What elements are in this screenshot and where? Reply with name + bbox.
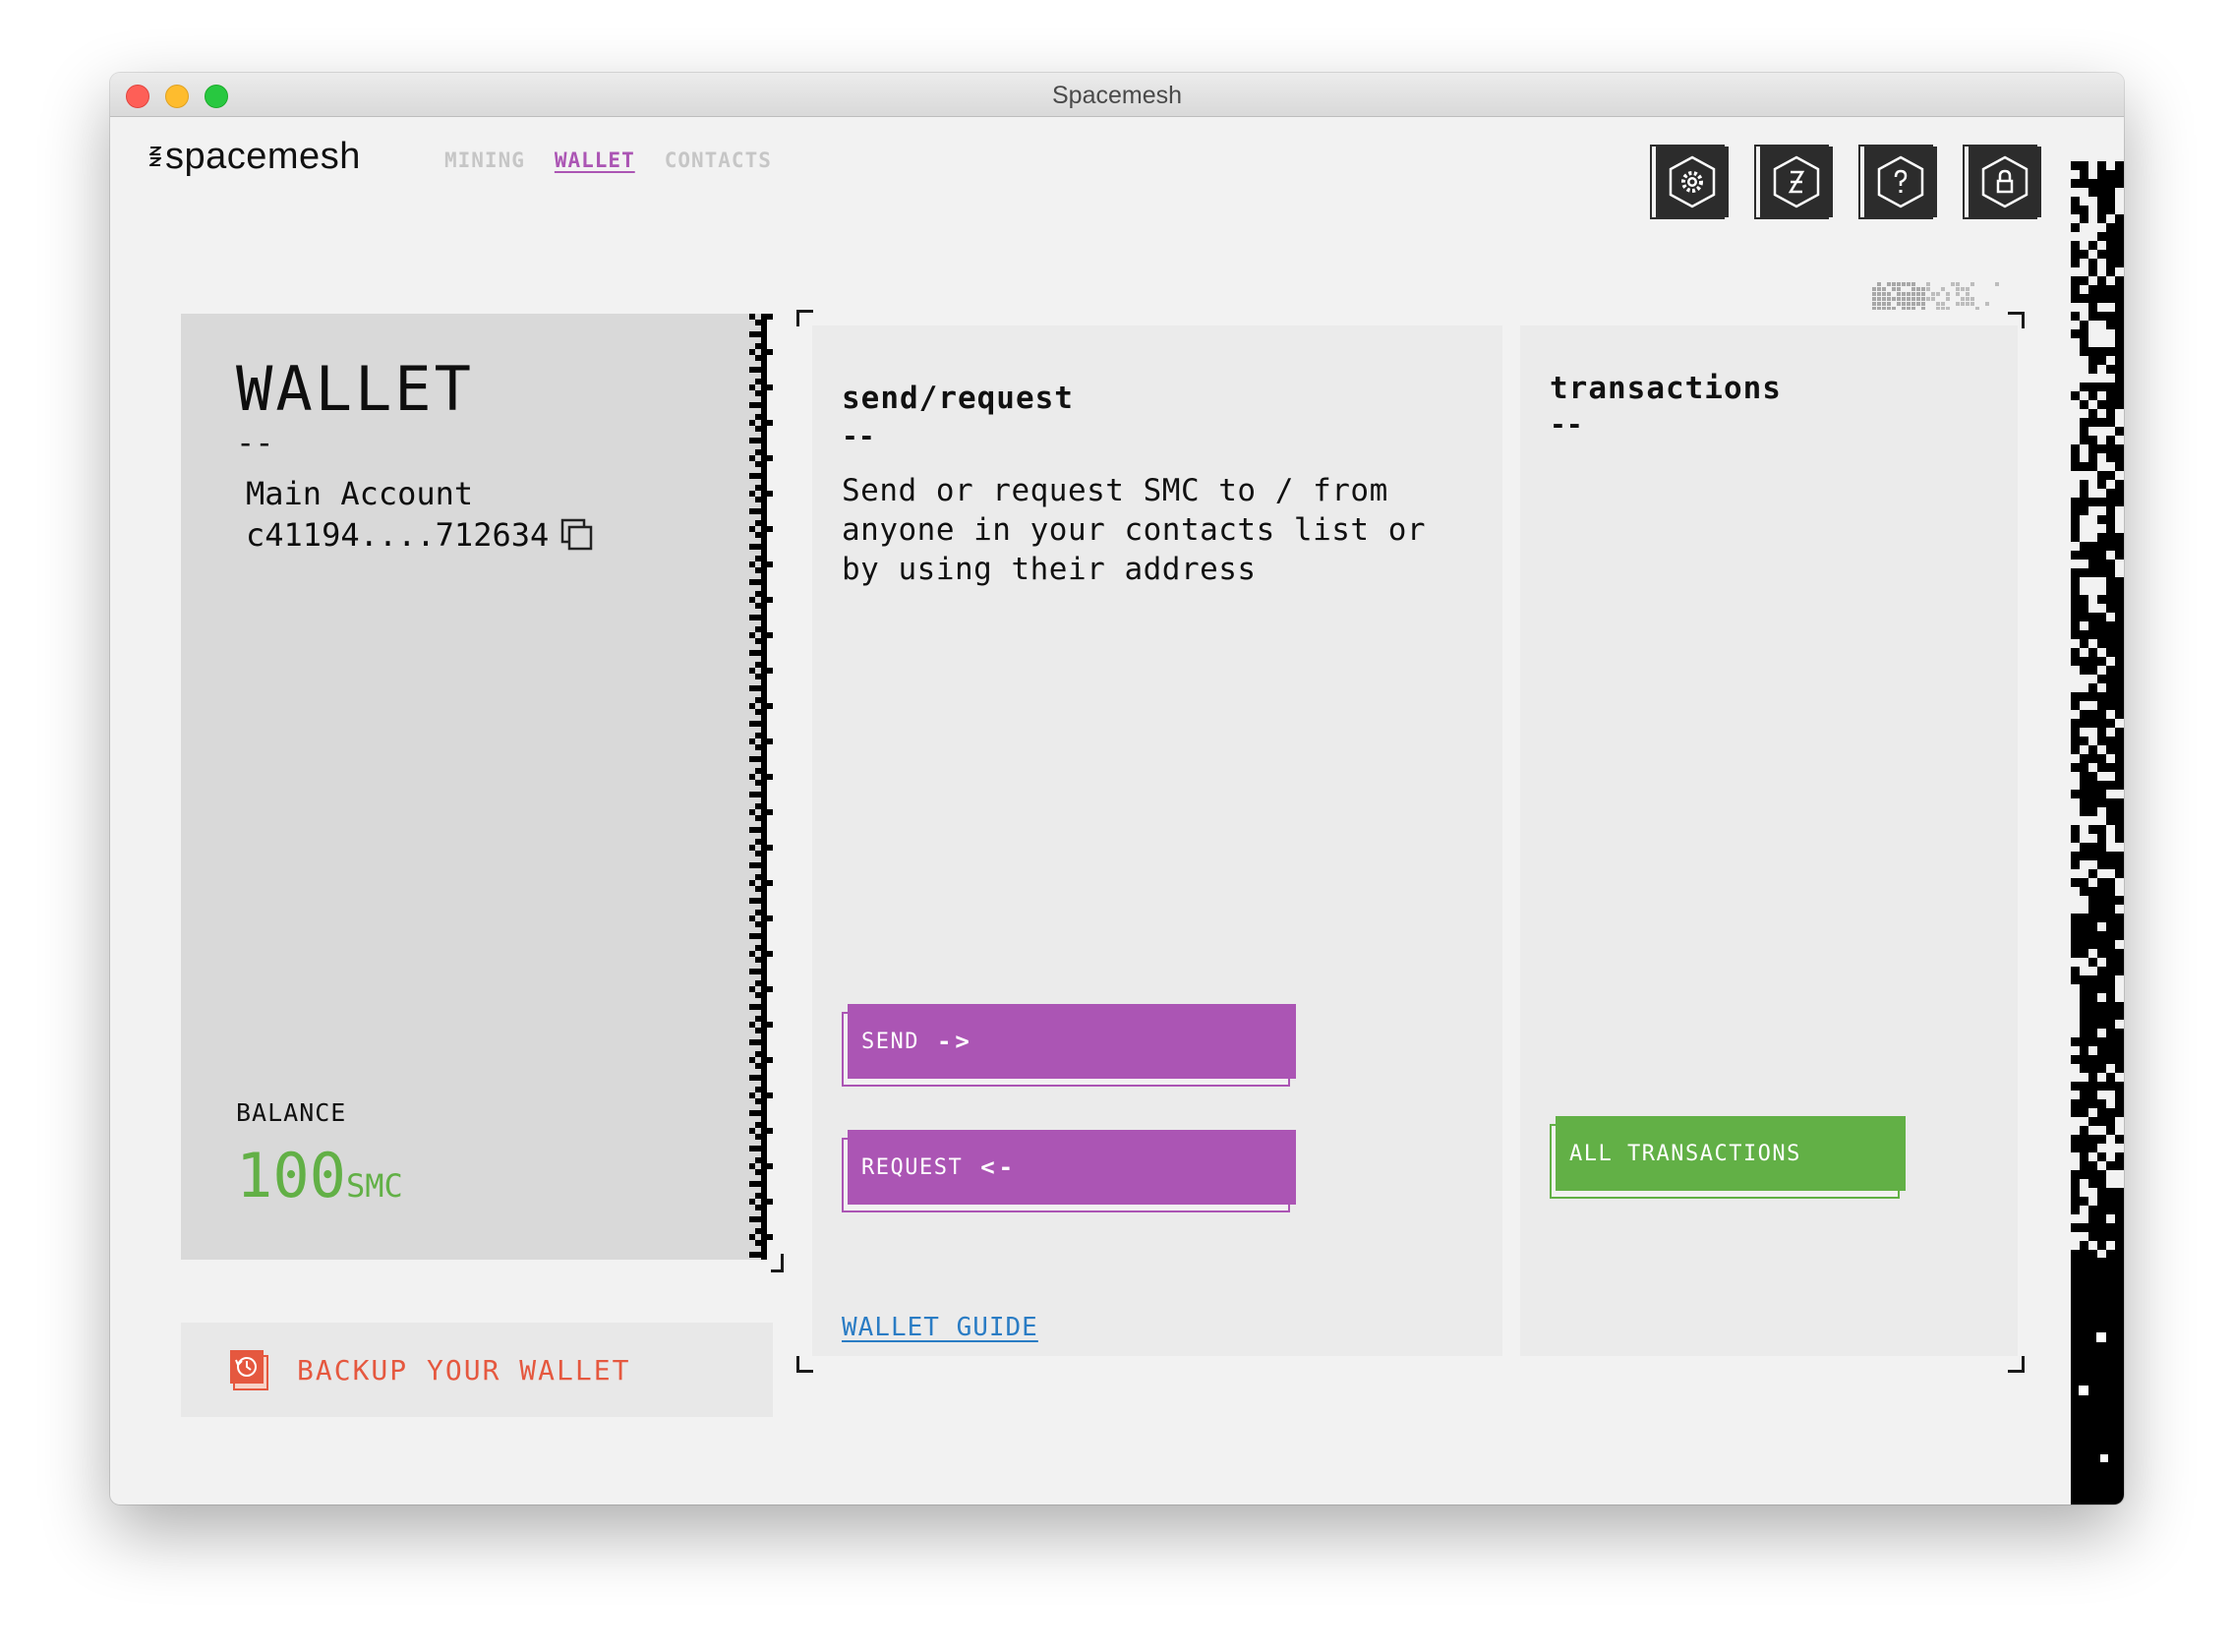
- send-button-label: SEND: [861, 1029, 919, 1054]
- lock-icon: [1981, 155, 2028, 208]
- request-button-face: REQUEST <-: [848, 1130, 1296, 1205]
- account-address: c41194....712634: [246, 516, 550, 554]
- spacemesh-logo[interactable]: spacemesh: [149, 135, 361, 178]
- balance-amount: 100SMC: [236, 1140, 403, 1211]
- help-icon: [1877, 155, 1924, 208]
- nav-wallet[interactable]: WALLET: [555, 148, 635, 172]
- copy-icon[interactable]: [560, 518, 594, 552]
- title-bar: Spacemesh: [110, 73, 2124, 117]
- balance-value: 100: [236, 1140, 346, 1211]
- decorative-white-dots: [2079, 1332, 2108, 1462]
- logo-text: spacemesh: [165, 135, 361, 177]
- send-request-title: send/request: [842, 381, 1074, 416]
- app-content: spacemesh MINING WALLET CONTACTS WALLET …: [110, 117, 2124, 1504]
- account-address-row: c41194....712634: [246, 516, 594, 554]
- balance-unit: SMC: [345, 1167, 403, 1205]
- network-hourglass-icon: [1773, 155, 1820, 208]
- window-title: Spacemesh: [1051, 82, 1183, 109]
- transactions-panel: transactions -- ALL TRANSACTIONS: [1520, 325, 2018, 1356]
- send-arrow-icon: ->: [936, 1028, 973, 1055]
- icon-button-face: [1969, 147, 2041, 217]
- all-transactions-button-face: ALL TRANSACTIONS: [1556, 1116, 1906, 1191]
- balance-label: BALANCE: [236, 1098, 347, 1127]
- backup-wallet-button[interactable]: BACKUP YOUR WALLET: [181, 1323, 773, 1417]
- all-transactions-button[interactable]: ALL TRANSACTIONS: [1550, 1116, 1906, 1199]
- corner-bracket: [2008, 1356, 2025, 1373]
- network-button[interactable]: [1754, 145, 1833, 223]
- icon-button-face: [1760, 147, 1833, 217]
- backup-wallet-label: BACKUP YOUR WALLET: [297, 1353, 631, 1386]
- transactions-title: transactions: [1550, 371, 1782, 406]
- wallet-title-dash: --: [236, 424, 274, 461]
- settings-button[interactable]: [1650, 145, 1729, 223]
- logo-mark-icon: [149, 147, 161, 166]
- send-request-dash: --: [842, 420, 875, 452]
- decorative-black-block: [2071, 1258, 2124, 1504]
- decorative-mesh-border-right: [749, 314, 773, 1260]
- corner-bracket: [796, 1356, 813, 1373]
- lock-button[interactable]: [1963, 145, 2041, 223]
- account-name: Main Account: [246, 475, 474, 512]
- help-button[interactable]: [1858, 145, 1937, 223]
- main-nav: MINING WALLET CONTACTS: [444, 148, 772, 172]
- all-transactions-label: ALL TRANSACTIONS: [1569, 1141, 1801, 1166]
- wallet-title: WALLET: [236, 353, 474, 425]
- app-window: Spacemesh spacemesh MINING WALLET CONTAC…: [110, 73, 2124, 1504]
- transactions-dash: --: [1550, 408, 1583, 441]
- wallet-card: WALLET -- Main Account c41194....712634 …: [181, 314, 767, 1260]
- icon-button-face: [1656, 147, 1729, 217]
- send-button-face: SEND ->: [848, 1004, 1296, 1079]
- send-request-description: Send or request SMC to / from anyone in …: [842, 473, 1427, 587]
- send-request-panel: send/request -- Send or request SMC to /…: [812, 325, 1502, 1356]
- settings-icon: [1669, 155, 1716, 208]
- send-button[interactable]: SEND ->: [842, 1004, 1296, 1087]
- nav-mining[interactable]: MINING: [444, 148, 525, 172]
- wallet-guide-link[interactable]: WALLET GUIDE: [842, 1313, 1038, 1342]
- decorative-gradient-dots: [1872, 282, 1999, 310]
- request-button-label: REQUEST: [861, 1154, 964, 1180]
- corner-bracket: [771, 1254, 784, 1272]
- backup-icon: [230, 1350, 268, 1390]
- request-arrow-icon: <-: [980, 1153, 1018, 1181]
- icon-button-face: [1864, 147, 1937, 217]
- nav-contacts[interactable]: CONTACTS: [665, 148, 772, 172]
- request-button[interactable]: REQUEST <-: [842, 1130, 1296, 1212]
- corner-bracket: [796, 310, 813, 326]
